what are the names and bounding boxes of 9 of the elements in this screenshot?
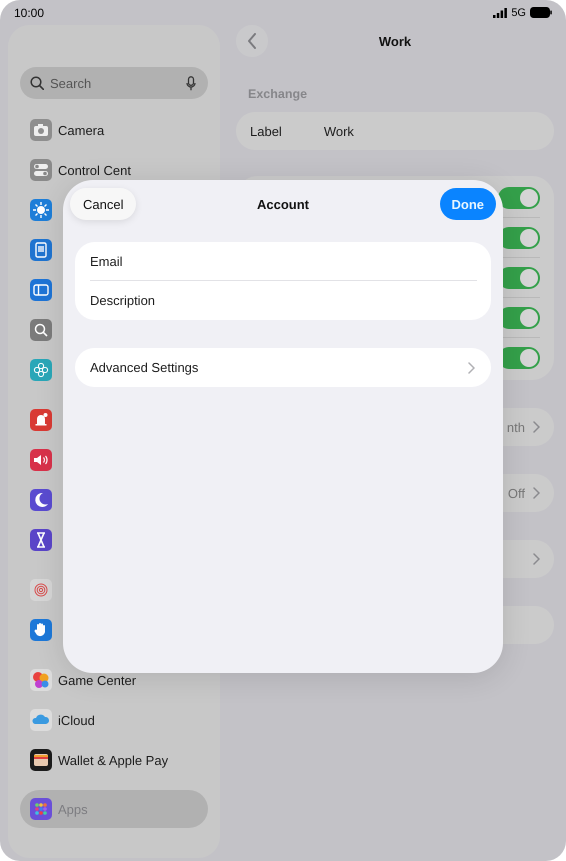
- row-label: Label: [250, 124, 282, 138]
- network-label: 5G: [511, 6, 526, 18]
- row-value: nth: [506, 420, 525, 434]
- row-value: Work: [324, 124, 354, 138]
- sheet-title: Account: [257, 196, 309, 212]
- page-title: Work: [378, 34, 412, 48]
- row-value: Off: [508, 486, 525, 500]
- section-header: Exchange: [248, 87, 308, 103]
- clock-time: 10:00: [14, 6, 44, 20]
